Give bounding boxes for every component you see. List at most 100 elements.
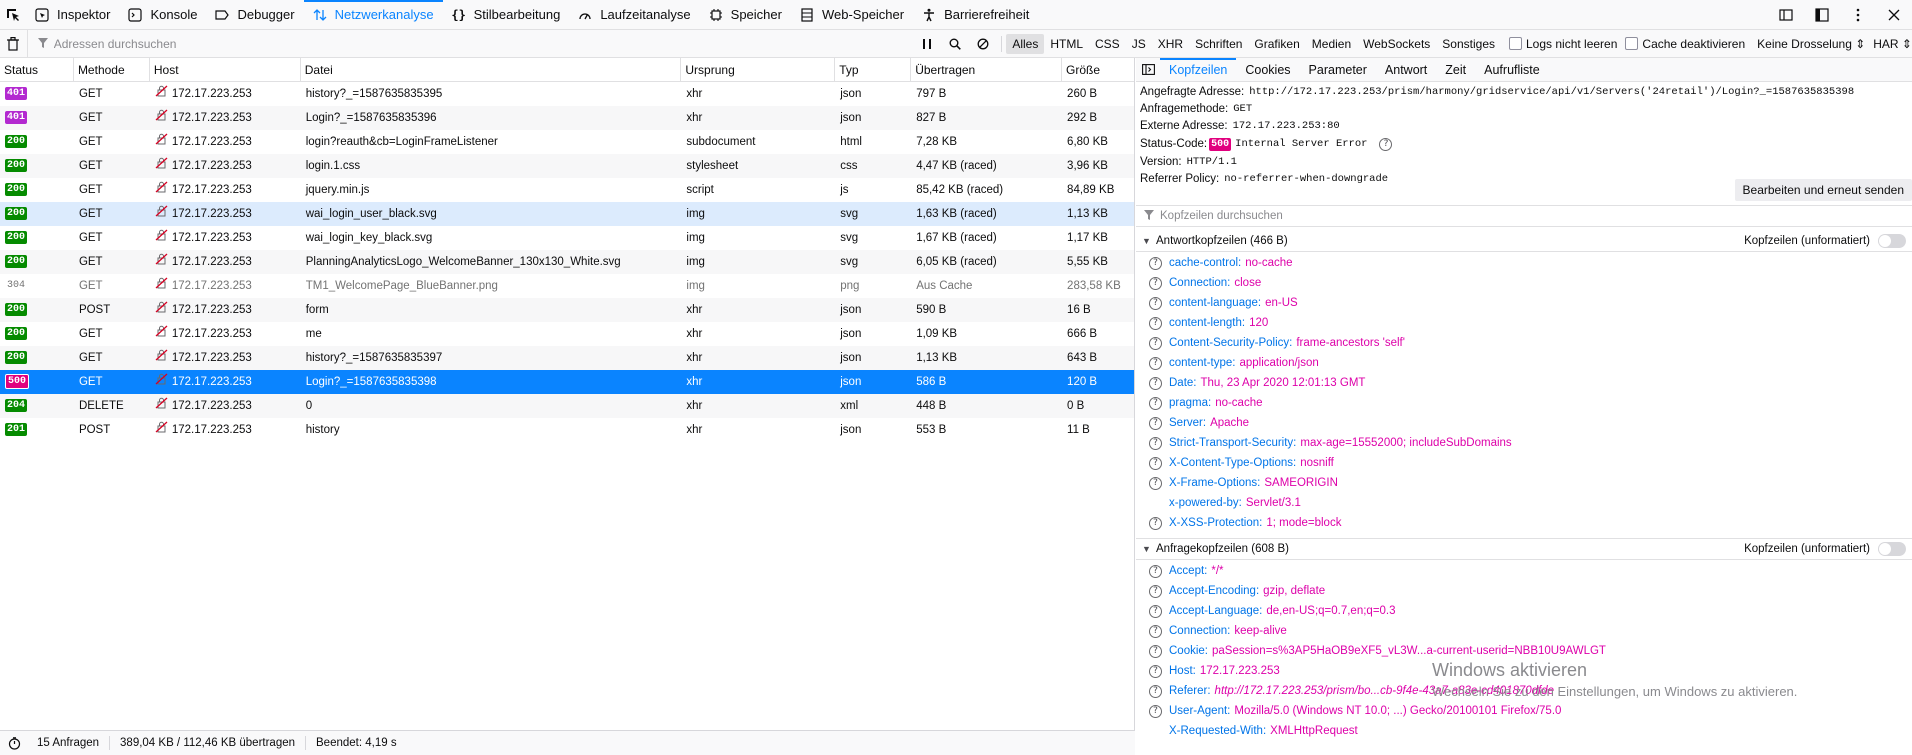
- filter-type-sonstiges[interactable]: Sonstiges: [1436, 34, 1501, 54]
- response-headers-section[interactable]: ▼ Antwortkopfzeilen (466 B) Kopfzeilen (…: [1136, 230, 1912, 252]
- tab-console[interactable]: Konsole: [119, 0, 206, 30]
- column-status[interactable]: Status: [0, 58, 74, 82]
- help-icon[interactable]: ?: [1149, 564, 1162, 578]
- header-row[interactable]: ? User-Agent: Mozilla/5.0 (Windows NT 10.0…: [1136, 701, 1912, 721]
- help-icon[interactable]: ?: [1149, 644, 1162, 658]
- tab-memory[interactable]: Speicher: [700, 0, 791, 30]
- tab-storage[interactable]: Web-Speicher: [791, 0, 913, 30]
- tab-performance[interactable]: Laufzeitanalyse: [569, 0, 699, 30]
- header-row[interactable]: ? Accept-Encoding: gzip, deflate: [1136, 581, 1912, 601]
- table-row[interactable]: 200 GET 172.17.223.253 jquery.min.js script j…: [0, 178, 1134, 202]
- header-row[interactable]: ? Referer: http://172.17.223.253/prism/bo.…: [1136, 681, 1912, 701]
- help-icon[interactable]: ?: [1149, 436, 1162, 450]
- collapse-triangle-icon[interactable]: ▼: [1142, 544, 1152, 554]
- search-icon[interactable]: [941, 30, 969, 58]
- help-icon[interactable]: ?: [1149, 356, 1162, 370]
- toggle-sidebar-icon[interactable]: [1136, 58, 1160, 82]
- checkbox-box[interactable]: [1509, 37, 1522, 50]
- header-row[interactable]: ? Accept-Language: de,en-US;q=0.7,en;q=0.3: [1136, 601, 1912, 621]
- persist-logs-checkbox[interactable]: Logs nicht leeren: [1509, 37, 1617, 51]
- table-row[interactable]: 401 GET 172.17.223.253 history?_=1587635835…: [0, 82, 1134, 106]
- help-icon[interactable]: ?: [1149, 516, 1162, 530]
- tab-inspector[interactable]: Inspektor: [26, 0, 119, 30]
- close-icon[interactable]: [1876, 0, 1912, 30]
- header-row[interactable]: ? content-type: application/json: [1136, 353, 1912, 373]
- help-icon[interactable]: ?: [1379, 138, 1393, 151]
- element-picker-icon[interactable]: [0, 0, 26, 30]
- table-row[interactable]: 200 GET 172.17.223.253 me xhr json 1,09 KB 666 …: [0, 322, 1134, 346]
- url-filter-input[interactable]: [53, 36, 854, 51]
- column-type[interactable]: Typ: [835, 58, 912, 82]
- help-icon[interactable]: ?: [1149, 316, 1162, 330]
- header-row[interactable]: ? Strict-Transport-Security: max-age=15552…: [1136, 433, 1912, 453]
- help-icon[interactable]: ?: [1149, 584, 1162, 598]
- table-row[interactable]: 200 GET 172.17.223.253 login?reauth&cb=Logi…: [0, 130, 1134, 154]
- tab-network[interactable]: Netzwerkanalyse: [303, 0, 443, 30]
- column-size[interactable]: Größe: [1062, 58, 1134, 82]
- dock-side-icon[interactable]: [1804, 0, 1840, 30]
- details-tab-antwort[interactable]: Antwort: [1376, 58, 1436, 82]
- header-row[interactable]: ? Host: 172.17.223.253: [1136, 661, 1912, 681]
- help-icon[interactable]: ?: [1149, 256, 1162, 270]
- help-icon[interactable]: ?: [1149, 624, 1162, 638]
- collapse-triangle-icon[interactable]: ▼: [1142, 236, 1152, 246]
- help-icon[interactable]: ?: [1149, 664, 1162, 678]
- table-row[interactable]: 204 DELETE 172.17.223.253 0 xhr xml 448 B 0 B: [0, 394, 1134, 418]
- help-icon[interactable]: ?: [1149, 376, 1162, 390]
- help-icon[interactable]: ?: [1149, 704, 1162, 718]
- disable-cache-checkbox[interactable]: Cache deaktivieren: [1625, 37, 1745, 51]
- help-icon[interactable]: ?: [1149, 336, 1162, 350]
- header-row[interactable]: ? cache-control: no-cache: [1136, 253, 1912, 273]
- tab-accessibility[interactable]: Barrierefreiheit: [913, 0, 1038, 30]
- details-tab-aufrufliste[interactable]: Aufrufliste: [1475, 58, 1549, 82]
- header-row[interactable]: ? Content-Security-Policy: frame-ancestors…: [1136, 333, 1912, 353]
- header-row[interactable]: ? pragma: no-cache: [1136, 393, 1912, 413]
- responsive-design-icon[interactable]: [1768, 0, 1804, 30]
- filter-type-schriften[interactable]: Schriften: [1189, 34, 1248, 54]
- table-row[interactable]: 200 GET 172.17.223.253 PlanningAnalyticsLog…: [0, 250, 1134, 274]
- request-headers-section[interactable]: ▼ Anfragekopfzeilen (608 B) Kopfzeilen (…: [1136, 538, 1912, 560]
- header-row[interactable]: ? content-language: en-US: [1136, 293, 1912, 313]
- details-tab-cookies[interactable]: Cookies: [1236, 58, 1299, 82]
- filter-type-medien[interactable]: Medien: [1306, 34, 1357, 54]
- more-options-icon[interactable]: [1840, 0, 1876, 30]
- raw-headers-toggle[interactable]: Kopfzeilen (unformatiert): [1744, 542, 1906, 556]
- column-file[interactable]: Datei: [301, 58, 682, 82]
- tab-style-editor[interactable]: {} Stilbearbeitung: [443, 0, 570, 30]
- column-transferred[interactable]: Übertragen: [911, 58, 1063, 82]
- table-row[interactable]: 200 GET 172.17.223.253 history?_=1587635835…: [0, 346, 1134, 370]
- tab-debugger[interactable]: Debugger: [206, 0, 303, 30]
- filter-type-css[interactable]: CSS: [1089, 34, 1126, 54]
- header-row[interactable]: ? Server: Apache: [1136, 413, 1912, 433]
- header-row[interactable]: ? Accept: */*: [1136, 561, 1912, 581]
- table-row[interactable]: 200 GET 172.17.223.253 wai_login_user_black…: [0, 202, 1134, 226]
- header-row[interactable]: ? X-Content-Type-Options: nosniff: [1136, 453, 1912, 473]
- raw-headers-toggle[interactable]: Kopfzeilen (unformatiert): [1744, 233, 1906, 248]
- filter-type-alles[interactable]: Alles: [1006, 33, 1045, 54]
- block-icon[interactable]: [969, 30, 997, 58]
- help-icon[interactable]: ?: [1149, 396, 1162, 410]
- header-row[interactable]: ? Connection: keep-alive: [1136, 621, 1912, 641]
- header-row[interactable]: ? X-XSS-Protection: 1; mode=block: [1136, 513, 1912, 533]
- details-tab-kopfzeilen[interactable]: Kopfzeilen: [1160, 57, 1237, 82]
- filter-type-xhr[interactable]: XHR: [1152, 34, 1189, 54]
- help-icon[interactable]: ?: [1149, 296, 1162, 310]
- header-row[interactable]: ? Connection: close: [1136, 273, 1912, 293]
- help-icon[interactable]: ?: [1149, 276, 1162, 290]
- edit-resend-button[interactable]: Bearbeiten und erneut senden: [1734, 179, 1912, 201]
- header-row[interactable]: x-powered-by: Servlet/3.1: [1136, 493, 1912, 513]
- headers-filter-input[interactable]: [1160, 210, 1860, 222]
- table-row[interactable]: 200 GET 172.17.223.253 login.1.css styleshee…: [0, 154, 1134, 178]
- pause-icon[interactable]: [913, 30, 941, 58]
- checkbox-box[interactable]: [1625, 37, 1639, 50]
- column-method[interactable]: Methode: [74, 58, 150, 82]
- throttling-select[interactable]: Keine Drosselung ⇕: [1757, 37, 1865, 51]
- details-tab-parameter[interactable]: Parameter: [1300, 58, 1376, 82]
- help-icon[interactable]: ?: [1149, 456, 1162, 470]
- filter-type-html[interactable]: HTML: [1044, 34, 1089, 54]
- header-row[interactable]: ? Cookie: paSession=s%3AP5HaOB9eXF5_vL3W..…: [1136, 641, 1912, 661]
- help-icon[interactable]: ?: [1149, 684, 1162, 698]
- table-row[interactable]: 201 POST 172.17.223.253 history xhr json 553 B…: [0, 418, 1134, 442]
- header-row[interactable]: X-Requested-With: XMLHttpRequest: [1136, 721, 1912, 741]
- header-row[interactable]: ? X-Frame-Options: SAMEORIGIN: [1136, 473, 1912, 493]
